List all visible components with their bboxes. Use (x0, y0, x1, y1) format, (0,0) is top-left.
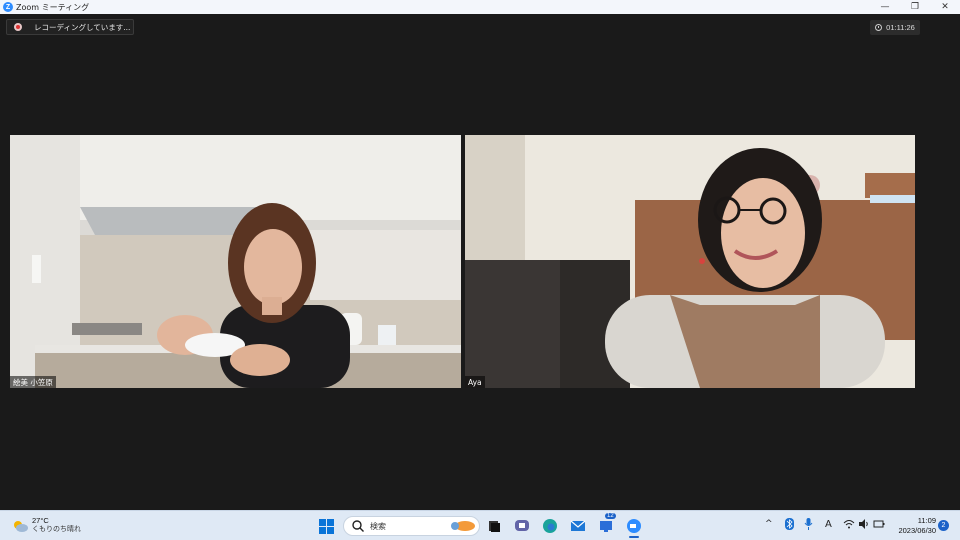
window-controls: — ❐ ✕ (870, 0, 960, 14)
maximize-button[interactable]: ❐ (900, 0, 930, 14)
recording-status-text: レコーディングしています... (34, 22, 131, 32)
participant-name-label: Aya (465, 376, 485, 388)
taskbar-clock[interactable]: 11:09 2023/06/30 (892, 516, 936, 536)
elapsed-time: 01:11:26 (886, 23, 915, 32)
meeting-stage: レコーディングしています... 01:11:26 絵美 小笠原 Aya (0, 14, 960, 510)
record-icon (14, 23, 22, 31)
edge-icon[interactable] (542, 518, 558, 534)
participant-video-feed (465, 135, 915, 388)
close-button[interactable]: ✕ (930, 0, 960, 14)
recording-indicator[interactable]: レコーディングしています... (6, 19, 134, 35)
partly-cloudy-icon (12, 519, 28, 532)
battery-icon[interactable] (873, 519, 885, 532)
minimize-button[interactable]: — (870, 0, 900, 14)
task-view-icon[interactable] (486, 518, 502, 534)
window-titlebar: Z Zoom ミーティング — ❐ ✕ (0, 0, 960, 14)
bluetooth-icon[interactable] (785, 518, 794, 533)
taskbar-search-box[interactable]: 検索 (343, 516, 480, 536)
search-placeholder: 検索 (370, 521, 386, 531)
search-highlight-icon (451, 521, 475, 531)
store-badge: 12 (605, 513, 616, 519)
participant-name-label: 絵美 小笠原 (10, 376, 56, 388)
store-icon[interactable]: 12 (598, 513, 616, 534)
zoom-icon[interactable] (626, 518, 642, 538)
search-icon (352, 520, 364, 532)
participant-video-feed (10, 135, 461, 388)
participant-video-tile[interactable]: Aya (465, 135, 915, 388)
volume-icon[interactable] (858, 519, 870, 532)
tray-overflow-button[interactable]: ^ (765, 519, 773, 529)
meeting-timer: 01:11:26 (870, 20, 920, 35)
ime-indicator[interactable]: A (825, 519, 832, 530)
notification-badge[interactable]: 2 (938, 520, 949, 531)
clock-time: 11:09 (917, 516, 936, 525)
teams-chat-icon[interactable] (514, 518, 530, 534)
weather-condition: くもりのち晴れ (32, 525, 81, 533)
participant-video-tile[interactable]: 絵美 小笠原 (10, 135, 461, 388)
zoom-logo-icon: Z (3, 2, 13, 12)
clock-icon (875, 24, 883, 31)
microphone-icon[interactable] (804, 518, 813, 533)
window-title: Zoom ミーティング (16, 2, 90, 12)
windows-logo-icon (319, 519, 326, 526)
windows-taskbar: 27°C くもりのち晴れ 検索 12 ^ A 11:09 2023/06/30 … (0, 510, 960, 540)
active-app-indicator (629, 536, 639, 538)
weather-widget[interactable]: 27°C くもりのち晴れ (12, 516, 81, 534)
clock-date: 2023/06/30 (898, 526, 936, 535)
wifi-icon[interactable] (843, 519, 855, 532)
start-button[interactable] (319, 519, 334, 534)
weather-temperature: 27°C (32, 516, 49, 525)
mail-icon[interactable] (570, 518, 586, 534)
